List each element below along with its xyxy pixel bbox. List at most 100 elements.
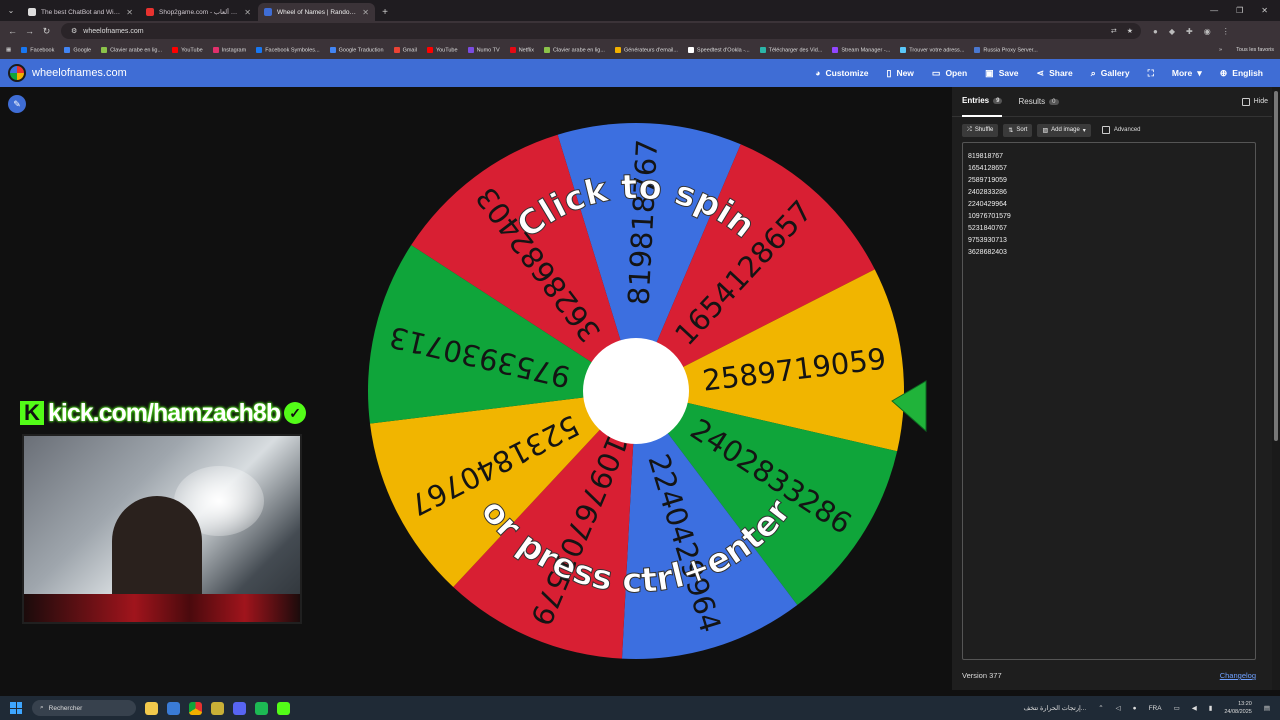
maximize-icon[interactable]: ❐: [1236, 6, 1243, 15]
bookmark-label: Russia Proxy Server...: [983, 47, 1038, 54]
wheel-logo-icon[interactable]: [8, 64, 26, 82]
chevron-down-icon: ▾: [1197, 67, 1202, 78]
page-scrollbar[interactable]: [1272, 87, 1280, 690]
changelog-link[interactable]: Changelog: [1220, 671, 1256, 680]
search-icon: ⌕: [40, 704, 44, 711]
bookmark-item[interactable]: Facebook: [21, 46, 54, 53]
chevron-up-icon[interactable]: ⌃: [1098, 704, 1103, 712]
browser-tab[interactable]: Shop2game.com - شحن ألعاب ... ✕: [140, 3, 257, 21]
bookmark-item[interactable]: Générateurs d'email...: [614, 46, 678, 54]
open-button[interactable]: ▭ Open: [923, 59, 976, 87]
chrome-icon[interactable]: [189, 701, 202, 715]
mic-icon[interactable]: ●: [1133, 705, 1137, 712]
clock[interactable]: 13:20 24/08/2025: [1224, 700, 1252, 716]
app-icon[interactable]: [211, 701, 224, 715]
browser-tab[interactable]: The best ChatBot and Widgets... ✕: [22, 3, 139, 21]
brand-link[interactable]: wheelofnames.com: [32, 67, 127, 79]
app-icon[interactable]: [167, 701, 180, 715]
bookmark-item[interactable]: Google Traduction: [329, 46, 384, 53]
app-icon[interactable]: [277, 701, 290, 715]
network-icon[interactable]: ▭: [1174, 704, 1180, 712]
advanced-toggle[interactable]: Advanced: [1101, 126, 1141, 134]
bookmark-item[interactable]: Numo TV: [467, 46, 500, 53]
tab-search-icon[interactable]: ⌄: [0, 0, 22, 21]
save-button[interactable]: ▣ Save: [976, 59, 1027, 87]
profile-icon[interactable]: ◉: [1204, 27, 1211, 36]
bookmarks-overflow-icon[interactable]: »: [1219, 47, 1222, 53]
extension-icon[interactable]: ●: [1153, 27, 1158, 36]
bookmark-item[interactable]: Netflix: [509, 46, 534, 53]
address-bar-row: ← → ↻ ⚙ wheelofnames.com ⇄ ★ ● ◆ ✚ ◉ ⋮: [0, 21, 1280, 41]
language-indicator[interactable]: FRA: [1149, 705, 1162, 712]
hide-toggle[interactable]: Hide: [1241, 97, 1268, 106]
bookmark-item[interactable]: YouTube: [426, 46, 458, 53]
language-button[interactable]: ⊕ English: [1211, 59, 1272, 87]
volume-icon[interactable]: ◀: [1192, 704, 1197, 712]
forward-icon[interactable]: →: [21, 26, 38, 36]
scrollbar-thumb[interactable]: [1274, 91, 1278, 441]
bookmark-item[interactable]: Speedtest d'Ookla -...: [687, 46, 750, 53]
discord-icon[interactable]: [233, 701, 246, 715]
bookmark-item[interactable]: Gmail: [393, 46, 417, 53]
bookmark-item[interactable]: Stream Manager -...: [832, 46, 890, 53]
hide-checkbox[interactable]: [1241, 97, 1250, 106]
wheel-center[interactable]: [583, 338, 689, 444]
entries-textarea[interactable]: 819818767 1654128657 2589719059 2402833286 2…: [962, 142, 1256, 660]
bookmark-item[interactable]: Facebook Symboles...: [256, 46, 320, 53]
close-icon[interactable]: ✕: [244, 8, 251, 17]
bookmark-item[interactable]: Google: [64, 46, 91, 53]
shuffle-button[interactable]: ⤮ Shuffle: [962, 123, 999, 137]
puzzle-icon[interactable]: ✚: [1186, 27, 1193, 36]
close-icon[interactable]: ✕: [362, 8, 369, 17]
customize-button[interactable]: ◕ Customize: [806, 59, 877, 87]
tab-favicon-icon: [146, 8, 154, 16]
browser-tab-active[interactable]: Wheel of Names | Random nam... ✕: [258, 3, 375, 21]
reload-icon[interactable]: ↻: [38, 26, 55, 37]
file-explorer-icon[interactable]: [145, 701, 158, 715]
new-button[interactable]: ▯ New: [877, 59, 922, 87]
tab-entries[interactable]: Entries 9: [962, 87, 1003, 117]
bookmark-favicon-icon: [543, 46, 550, 53]
battery-icon[interactable]: ▮: [1209, 704, 1213, 712]
bookmark-item[interactable]: Trouver votre adress...: [900, 46, 964, 53]
advanced-checkbox[interactable]: [1101, 126, 1110, 134]
sort-button[interactable]: ⇅ Sort: [1003, 123, 1033, 137]
bookmark-item[interactable]: Instagram: [212, 46, 246, 53]
gallery-button[interactable]: ⌕ Gallery: [1082, 59, 1139, 87]
taskbar-search[interactable]: ⌕ Rechercher: [32, 700, 136, 716]
fullscreen-button[interactable]: ⛶: [1139, 59, 1163, 87]
bookmarks-folder[interactable]: Tous les favoris: [1236, 47, 1274, 53]
tab-results[interactable]: Results 0: [1018, 87, 1059, 117]
globe-icon: ⊕: [1219, 67, 1228, 78]
bookmark-item[interactable]: Clavier arabe en lig...: [543, 46, 605, 53]
bookmark-item[interactable]: Clavier arabe en lig...: [101, 46, 162, 53]
more-button[interactable]: More ▾: [1163, 59, 1211, 87]
close-window-icon[interactable]: ✕: [1261, 6, 1268, 15]
share-button[interactable]: ⋖ Share: [1028, 59, 1082, 87]
menu-dots-icon[interactable]: ⋮: [1222, 27, 1230, 36]
bookmark-item[interactable]: Télécharger des Vid...: [759, 46, 822, 53]
minimize-icon[interactable]: —: [1210, 6, 1218, 15]
windows-start-icon[interactable]: [10, 702, 22, 714]
speaker-icon[interactable]: ◁: [1116, 704, 1121, 712]
wheel[interactable]: 819818767 1654128657258971905924028332862…: [360, 115, 940, 675]
url-field[interactable]: ⚙ wheelofnames.com ⇄ ★: [61, 23, 1141, 39]
bookmark-item[interactable]: YouTube: [172, 46, 203, 53]
apps-icon[interactable]: ▦: [6, 47, 11, 53]
news-widget[interactable]: إرتجات الحرارة تتخف...: [1023, 704, 1086, 712]
close-icon[interactable]: ✕: [126, 8, 133, 17]
star-icon[interactable]: ★: [1127, 27, 1133, 35]
site-info-icon[interactable]: ⚙: [71, 27, 77, 35]
spotify-icon[interactable]: [255, 701, 268, 715]
edit-pencil-icon[interactable]: ✎: [8, 95, 26, 113]
bookmark-label: Générateurs d'email...: [623, 47, 678, 54]
bookmark-item[interactable]: Russia Proxy Server...: [974, 46, 1038, 54]
language-label: English: [1232, 68, 1263, 78]
notification-icon[interactable]: ▤: [1264, 704, 1270, 712]
translate-icon[interactable]: ⇄: [1111, 27, 1117, 35]
add-image-button[interactable]: ▨ Add image ▾: [1037, 123, 1091, 137]
entry-line: 2402833286: [968, 189, 1007, 196]
new-tab-icon[interactable]: +: [376, 3, 394, 21]
back-icon[interactable]: ←: [4, 26, 21, 36]
extension-icon[interactable]: ◆: [1169, 27, 1175, 36]
